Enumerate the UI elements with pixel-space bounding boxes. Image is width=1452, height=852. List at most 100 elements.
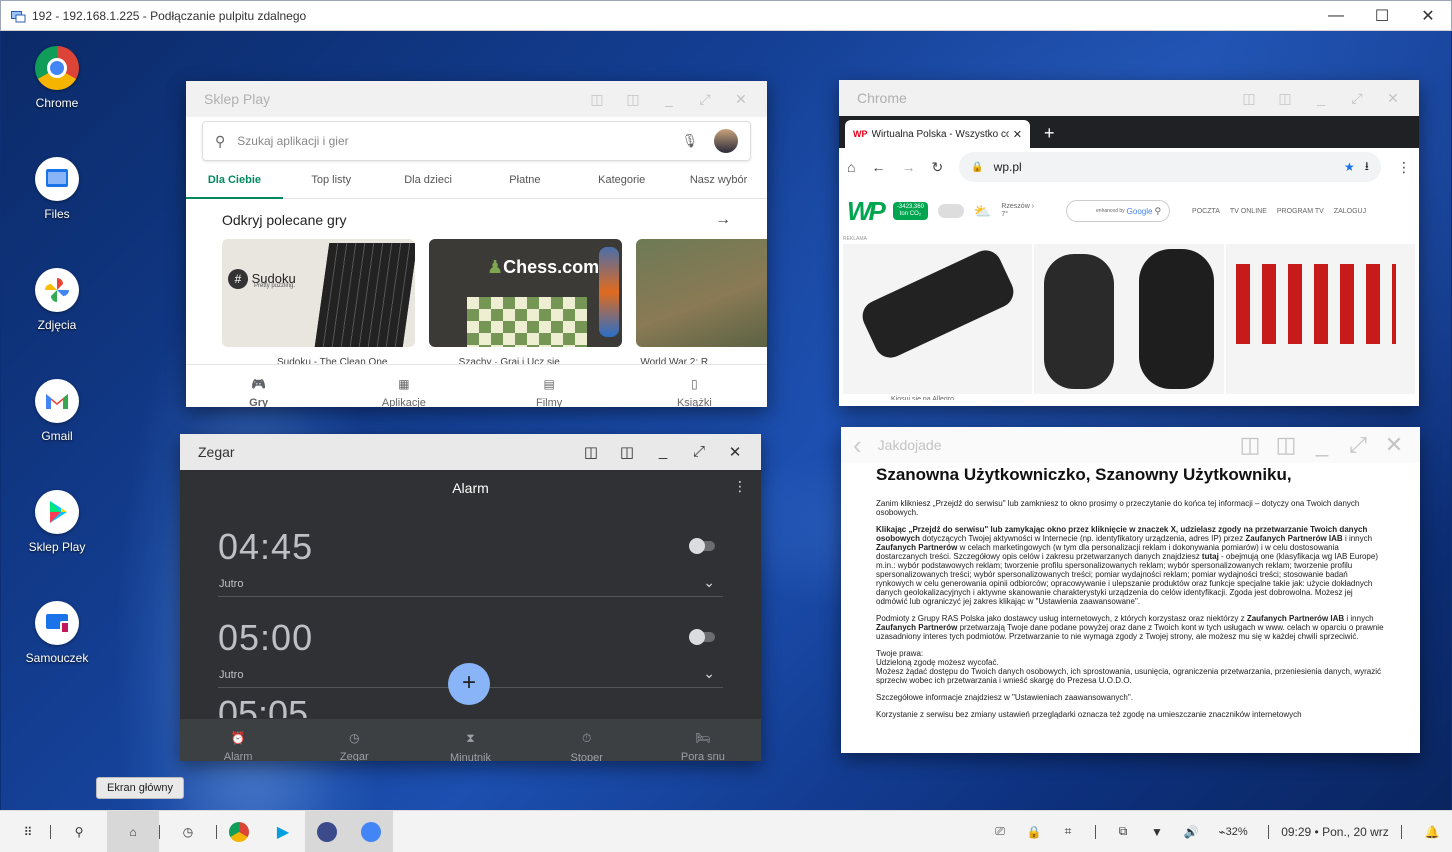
alarm-time[interactable]: 04:45 [218, 526, 313, 568]
system-clock[interactable]: 09:29 • Pon., 20 wrz [1279, 811, 1391, 852]
add-alarm-button[interactable]: + [448, 663, 490, 705]
tab-top-charts[interactable]: Top listy [283, 161, 380, 199]
more-vert-icon[interactable]: ⋮ [1397, 159, 1411, 176]
tab-for-you[interactable]: Dla Ciebie [186, 161, 283, 199]
volume-icon[interactable]: 🔊 [1174, 811, 1208, 852]
snap-right-icon[interactable]: ◫ [1268, 432, 1304, 458]
theme-toggle[interactable] [937, 204, 964, 218]
arrow-right-icon[interactable]: → [715, 211, 731, 229]
ad-image-car-key[interactable] [843, 244, 1033, 394]
snap-right-icon[interactable]: ◫ [615, 91, 651, 108]
maximize-icon[interactable]: ⤢ [687, 91, 723, 108]
snap-left-icon[interactable]: ◫ [1232, 432, 1268, 458]
nav-stopwatch[interactable]: ⏱ Stoper [529, 719, 645, 761]
nav-books[interactable]: ▯ Książki [622, 365, 767, 407]
nav-movies[interactable]: ▤ Filmy [477, 365, 622, 407]
snap-right-icon[interactable]: ◫ [609, 443, 645, 461]
wp-nav-program-tv[interactable]: PROGRAM TV [1277, 208, 1324, 215]
overview-icon[interactable]: ◷ [160, 811, 216, 852]
ad-image-horns[interactable] [1225, 244, 1415, 394]
avatar[interactable] [714, 129, 738, 153]
minimize-icon[interactable]: _ [651, 91, 687, 108]
battery-status[interactable]: ⌁ 32% [1208, 811, 1258, 852]
wp-nav-mail[interactable]: POCZTA [1192, 208, 1220, 215]
desktop-icon-gmail[interactable]: Gmail [1, 379, 113, 443]
snap-left-icon[interactable]: ◫ [1231, 90, 1267, 107]
minimize-icon[interactable]: _ [1304, 432, 1340, 458]
home-icon[interactable]: ⌂ [847, 159, 855, 175]
wp-nav-login[interactable]: ZALOGUJ [1334, 208, 1366, 215]
nav-apps[interactable]: ▦ Aplikacje [331, 365, 476, 407]
desktop-icon-files[interactable]: Files [1, 157, 113, 221]
close-icon[interactable]: ✕ [1405, 1, 1451, 31]
close-icon[interactable]: ✕ [717, 443, 753, 461]
back-icon[interactable]: ‹ [853, 430, 862, 461]
close-icon[interactable]: ✕ [1376, 432, 1412, 458]
address-bar[interactable]: 🔒 wp.pl ★ ⭳ [959, 152, 1381, 182]
ad-banner[interactable] [839, 244, 1419, 394]
maximize-icon[interactable]: ☐ [1359, 1, 1405, 31]
snap-right-icon[interactable]: ◫ [1267, 90, 1303, 107]
wifi-icon[interactable]: ▼ [1140, 811, 1174, 852]
desktop-icon-photos[interactable]: Zdjęcia [1, 268, 113, 332]
shelf-chrome-icon[interactable] [217, 811, 261, 852]
url-text[interactable]: wp.pl [994, 160, 1334, 174]
snap-left-icon[interactable]: ◫ [573, 443, 609, 461]
home-icon[interactable]: ⌂ [107, 810, 159, 852]
alarm-toggle[interactable] [689, 538, 715, 554]
new-tab-icon[interactable]: + [1044, 123, 1055, 144]
alarm-toggle[interactable] [689, 629, 715, 645]
shelf-clock-icon[interactable] [349, 810, 393, 852]
search-input[interactable]: Szukaj aplikacji i gier [237, 134, 681, 148]
ad-image-key-fob[interactable] [1034, 244, 1224, 394]
wp-search-box[interactable]: enhanced by Google ⚲ [1066, 200, 1171, 222]
more-vert-icon[interactable]: ⋮ [733, 478, 747, 495]
lock-icon[interactable]: 🔒 [1017, 811, 1051, 852]
close-tab-icon[interactable]: ✕ [1013, 128, 1022, 141]
star-icon[interactable]: ★ [1344, 160, 1355, 174]
nav-alarm[interactable]: ⏰ Alarm [180, 719, 296, 761]
minimize-icon[interactable]: — [1313, 1, 1359, 31]
close-icon[interactable]: ✕ [1375, 90, 1411, 107]
desktop-icon-play-store[interactable]: Sklep Play [1, 490, 113, 554]
shelf-play-store-icon[interactable]: ▶ [261, 811, 305, 852]
desktop-icon-chrome[interactable]: Chrome [1, 46, 113, 110]
crop-icon[interactable]: ⌗ [1051, 811, 1085, 852]
section-header[interactable]: Odkryj polecane gry → [186, 199, 767, 229]
game-card-sudoku[interactable]: # Sudoku Pretty puzzling. [222, 239, 415, 347]
details-link[interactable]: tutaj [1202, 552, 1219, 561]
maximize-icon[interactable]: ⤢ [681, 443, 717, 461]
game-card-chess[interactable]: ♟Chess.com [429, 239, 622, 347]
search-icon[interactable]: ⚲ [51, 811, 107, 852]
nav-bedtime[interactable]: 🛏 Pora snu [645, 719, 761, 761]
maximize-icon[interactable]: ⤢ [1339, 90, 1375, 107]
reload-icon[interactable]: ↻ [931, 159, 943, 176]
shelf-remote-app-icon[interactable] [305, 810, 349, 852]
forward-icon[interactable]: → [901, 159, 915, 175]
maximize-icon[interactable]: ⤢ [1340, 432, 1376, 458]
desktop-icon-tutorial[interactable]: Samouczek [1, 601, 113, 665]
screen-record-icon[interactable]: ⧉ [1106, 811, 1140, 852]
nav-timer[interactable]: ⧗ Minutnik [412, 719, 528, 761]
back-icon[interactable]: ← [871, 159, 885, 175]
chevron-down-icon[interactable]: ⌄ [703, 574, 715, 591]
alarm-item[interactable]: 04:45 Jutro ⌄ [218, 506, 723, 597]
game-card-world-war[interactable] [636, 239, 767, 347]
alarm-time[interactable]: 05:00 [218, 617, 313, 659]
nav-clock[interactable]: ◷ Zegar [296, 719, 412, 761]
ad-caption[interactable]: Kiosuj się na Allegro [839, 394, 1419, 400]
launcher-icon[interactable]: ⠿ [0, 811, 56, 852]
snap-left-icon[interactable]: ◫ [579, 91, 615, 108]
tab-kids[interactable]: Dla dzieci [380, 161, 477, 199]
wp-logo[interactable]: WP [847, 196, 886, 227]
tab-categories[interactable]: Kategorie [573, 161, 670, 199]
close-icon[interactable]: ✕ [723, 91, 759, 108]
wp-nav-tv-online[interactable]: TV ONLINE [1230, 208, 1267, 215]
minimize-icon[interactable]: _ [1303, 90, 1339, 107]
cast-icon[interactable]: ⎚ [983, 811, 1017, 852]
co2-badge[interactable]: -3423,360 ton CO₂ [892, 202, 928, 220]
minimize-icon[interactable]: _ [645, 443, 681, 461]
nav-games[interactable]: 🎮 Gry [186, 365, 331, 407]
tab-paid[interactable]: Płatne [476, 161, 573, 199]
chevron-down-icon[interactable]: ⌄ [703, 665, 715, 682]
